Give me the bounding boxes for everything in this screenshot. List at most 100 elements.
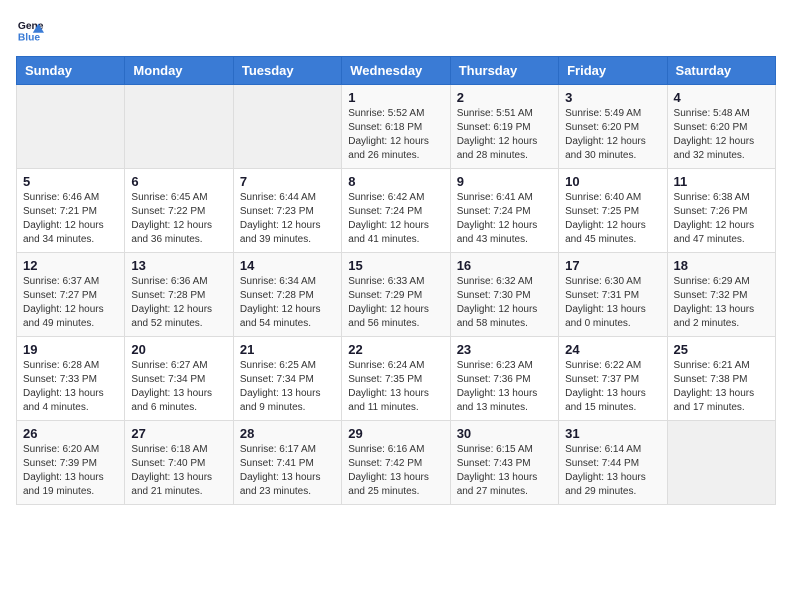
day-number: 12 (23, 258, 118, 273)
day-number: 16 (457, 258, 552, 273)
calendar-cell: 21 Sunrise: 6:25 AM Sunset: 7:34 PM Dayli… (233, 337, 341, 421)
calendar-cell: 17Sunrise: 6:30 AM Sunset: 7:31 PM Dayli… (559, 253, 667, 337)
day-info: Sunrise: 6:27 AM Sunset: 7:34 PM Dayligh… (131, 359, 226, 415)
day-number: 5 (23, 174, 118, 189)
day-number: 21 (240, 342, 335, 357)
day-info: Sunrise: 6:40 AM Sunset: 7:25 PM Dayligh… (565, 191, 660, 247)
calendar-cell: 2 Sunrise: 5:51 AM Sunset: 6:19 PM Daylig… (450, 85, 558, 169)
page-header: General Blue (16, 16, 776, 44)
day-info: Sunrise: 6:44 AM Sunset: 7:23 PM Dayligh… (240, 191, 335, 247)
day-info: Sunrise: 6:24 AM Sunset: 7:35 PM Dayligh… (348, 359, 443, 415)
calendar-cell: 1Sunrise: 5:52 AM Sunset: 6:18 PM Daylig… (342, 85, 450, 169)
calendar-cell: 26Sunrise: 6:20 AM Sunset: 7:39 PM Dayli… (17, 421, 125, 505)
day-info: Sunrise: 6:18 AM Sunset: 7:40 PM Dayligh… (131, 443, 226, 499)
day-number: 9 (457, 174, 552, 189)
day-info: Sunrise: 6:29 AM Sunset: 7:32 PM Dayligh… (674, 275, 769, 331)
day-info: Sunrise: 6:22 AM Sunset: 7:37 PM Dayligh… (565, 359, 660, 415)
day-info: Sunrise: 6:17 AM Sunset: 7:41 PM Dayligh… (240, 443, 335, 499)
calendar-cell: 30Sunrise: 6:15 AM Sunset: 7:43 PM Dayli… (450, 421, 558, 505)
day-number: 3 (565, 90, 660, 105)
day-info: Sunrise: 5:51 AM Sunset: 6:19 PM Dayligh… (457, 107, 552, 163)
day-info: Sunrise: 5:49 AM Sunset: 6:20 PM Dayligh… (565, 107, 660, 163)
calendar-cell: 18 Sunrise: 6:29 AM Sunset: 7:32 PM Dayli… (667, 253, 775, 337)
day-number: 15 (348, 258, 443, 273)
calendar-cell: 24 Sunrise: 6:22 AM Sunset: 7:37 PM Dayli… (559, 337, 667, 421)
calendar-cell: 16 Sunrise: 6:32 AM Sunset: 7:30 PM Dayli… (450, 253, 558, 337)
calendar-cell: 19 Sunrise: 6:28 AM Sunset: 7:33 PM Dayli… (17, 337, 125, 421)
calendar-cell (125, 85, 233, 169)
calendar-cell: 6Sunrise: 6:45 AM Sunset: 7:22 PM Daylig… (125, 169, 233, 253)
day-info: Sunrise: 6:41 AM Sunset: 7:24 PM Dayligh… (457, 191, 552, 247)
calendar-cell: 8 Sunrise: 6:42 AM Sunset: 7:24 PM Daylig… (342, 169, 450, 253)
day-info: Sunrise: 6:36 AM Sunset: 7:28 PM Dayligh… (131, 275, 226, 331)
calendar-cell: 7 Sunrise: 6:44 AM Sunset: 7:23 PM Daylig… (233, 169, 341, 253)
header-friday: Friday (559, 57, 667, 85)
day-number: 22 (348, 342, 443, 357)
calendar-cell: 3 Sunrise: 5:49 AM Sunset: 6:20 PM Daylig… (559, 85, 667, 169)
logo: General Blue (16, 16, 48, 44)
calendar-cell: 20 Sunrise: 6:27 AM Sunset: 7:34 PM Dayli… (125, 337, 233, 421)
calendar-week-3: 12Sunrise: 6:37 AM Sunset: 7:27 PM Dayli… (17, 253, 776, 337)
day-info: Sunrise: 5:48 AM Sunset: 6:20 PM Dayligh… (674, 107, 769, 163)
day-info: Sunrise: 6:30 AM Sunset: 7:31 PM Dayligh… (565, 275, 660, 331)
calendar-cell: 14 Sunrise: 6:34 AM Sunset: 7:28 PM Dayli… (233, 253, 341, 337)
day-number: 2 (457, 90, 552, 105)
day-number: 31 (565, 426, 660, 441)
calendar-header-row: SundayMondayTuesdayWednesdayThursdayFrid… (17, 57, 776, 85)
calendar-cell (233, 85, 341, 169)
calendar-cell (17, 85, 125, 169)
calendar-week-2: 5 Sunrise: 6:46 AM Sunset: 7:21 PM Daylig… (17, 169, 776, 253)
day-number: 26 (23, 426, 118, 441)
day-number: 24 (565, 342, 660, 357)
day-info: Sunrise: 6:28 AM Sunset: 7:33 PM Dayligh… (23, 359, 118, 415)
day-number: 29 (348, 426, 443, 441)
calendar-cell: 25Sunrise: 6:21 AM Sunset: 7:38 PM Dayli… (667, 337, 775, 421)
calendar-cell: 27 Sunrise: 6:18 AM Sunset: 7:40 PM Dayli… (125, 421, 233, 505)
svg-text:Blue: Blue (18, 32, 41, 43)
calendar-cell: 9 Sunrise: 6:41 AM Sunset: 7:24 PM Daylig… (450, 169, 558, 253)
day-number: 13 (131, 258, 226, 273)
day-info: Sunrise: 6:45 AM Sunset: 7:22 PM Dayligh… (131, 191, 226, 247)
day-info: Sunrise: 6:33 AM Sunset: 7:29 PM Dayligh… (348, 275, 443, 331)
calendar-cell: 29 Sunrise: 6:16 AM Sunset: 7:42 PM Dayli… (342, 421, 450, 505)
day-info: Sunrise: 6:16 AM Sunset: 7:42 PM Dayligh… (348, 443, 443, 499)
day-number: 1 (348, 90, 443, 105)
header-thursday: Thursday (450, 57, 558, 85)
day-number: 20 (131, 342, 226, 357)
day-number: 10 (565, 174, 660, 189)
day-info: Sunrise: 6:25 AM Sunset: 7:34 PM Dayligh… (240, 359, 335, 415)
day-number: 28 (240, 426, 335, 441)
calendar-cell: 31 Sunrise: 6:14 AM Sunset: 7:44 PM Dayli… (559, 421, 667, 505)
day-info: Sunrise: 6:38 AM Sunset: 7:26 PM Dayligh… (674, 191, 769, 247)
calendar-cell: 11 Sunrise: 6:38 AM Sunset: 7:26 PM Dayli… (667, 169, 775, 253)
day-info: Sunrise: 6:23 AM Sunset: 7:36 PM Dayligh… (457, 359, 552, 415)
header-tuesday: Tuesday (233, 57, 341, 85)
calendar-week-1: 1Sunrise: 5:52 AM Sunset: 6:18 PM Daylig… (17, 85, 776, 169)
logo-icon: General Blue (16, 16, 44, 44)
day-number: 14 (240, 258, 335, 273)
day-number: 18 (674, 258, 769, 273)
day-number: 7 (240, 174, 335, 189)
day-number: 11 (674, 174, 769, 189)
calendar-cell: 4Sunrise: 5:48 AM Sunset: 6:20 PM Daylig… (667, 85, 775, 169)
day-info: Sunrise: 6:42 AM Sunset: 7:24 PM Dayligh… (348, 191, 443, 247)
calendar-table: SundayMondayTuesdayWednesdayThursdayFrid… (16, 56, 776, 505)
calendar-cell: 28 Sunrise: 6:17 AM Sunset: 7:41 PM Dayli… (233, 421, 341, 505)
day-info: Sunrise: 6:15 AM Sunset: 7:43 PM Dayligh… (457, 443, 552, 499)
day-info: Sunrise: 6:14 AM Sunset: 7:44 PM Dayligh… (565, 443, 660, 499)
day-number: 8 (348, 174, 443, 189)
calendar-cell: 13 Sunrise: 6:36 AM Sunset: 7:28 PM Dayli… (125, 253, 233, 337)
header-sunday: Sunday (17, 57, 125, 85)
calendar-cell: 15 Sunrise: 6:33 AM Sunset: 7:29 PM Dayli… (342, 253, 450, 337)
header-saturday: Saturday (667, 57, 775, 85)
calendar-cell: 22 Sunrise: 6:24 AM Sunset: 7:35 PM Dayli… (342, 337, 450, 421)
calendar-cell: 5 Sunrise: 6:46 AM Sunset: 7:21 PM Daylig… (17, 169, 125, 253)
day-info: Sunrise: 6:34 AM Sunset: 7:28 PM Dayligh… (240, 275, 335, 331)
day-info: Sunrise: 6:46 AM Sunset: 7:21 PM Dayligh… (23, 191, 118, 247)
day-number: 19 (23, 342, 118, 357)
calendar-week-4: 19 Sunrise: 6:28 AM Sunset: 7:33 PM Dayli… (17, 337, 776, 421)
day-info: Sunrise: 6:32 AM Sunset: 7:30 PM Dayligh… (457, 275, 552, 331)
calendar-cell: 12Sunrise: 6:37 AM Sunset: 7:27 PM Dayli… (17, 253, 125, 337)
calendar-cell: 10 Sunrise: 6:40 AM Sunset: 7:25 PM Dayli… (559, 169, 667, 253)
day-number: 27 (131, 426, 226, 441)
